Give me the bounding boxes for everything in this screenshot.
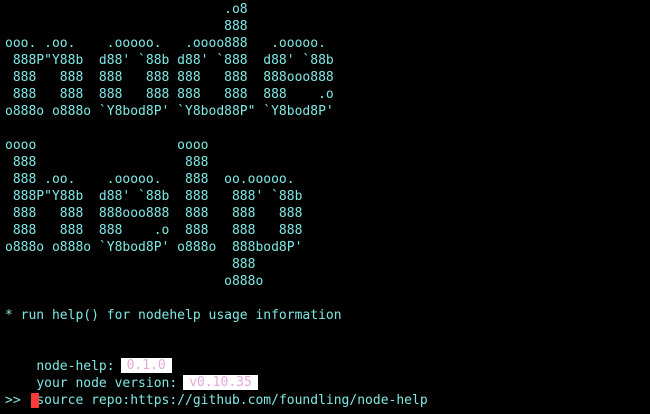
banner-line: 888 .oo. .ooooo. 888 oo.ooooo. bbox=[5, 172, 295, 187]
help-hint: * run help() for nodehelp usage informat… bbox=[5, 308, 342, 323]
banner-line: ooo. .oo. .ooooo. .oooo888 .ooooo. bbox=[5, 36, 326, 51]
banner-line: oooo oooo bbox=[5, 138, 209, 153]
terminal-window[interactable]: .o8 888 ooo. .oo. .ooooo. .oooo888 .oooo… bbox=[0, 0, 650, 414]
banner-line: 888 888 888 888 888 888 888 .o bbox=[5, 87, 334, 102]
banner-line: 888 888 888ooo888 888 888 888 bbox=[5, 206, 303, 221]
banner-line: o888o bbox=[5, 274, 264, 289]
cursor[interactable] bbox=[30, 393, 39, 408]
banner-line: 888 888 888 .o 888 888 888 bbox=[5, 223, 303, 238]
prompt-symbol: >> bbox=[5, 393, 21, 408]
banner-line: .o8 bbox=[5, 2, 248, 17]
banner-line: 888 bbox=[5, 19, 248, 34]
banner-line: o888o o888o `Y8bod8P' `Y8bod88P" `Y8bod8… bbox=[5, 104, 334, 119]
banner-line: 888P"Y88b d88' `88b 888 888' `88b bbox=[5, 189, 303, 204]
banner-line: 888P"Y88b d88' `88b d88' `888 d88' `88b bbox=[5, 53, 334, 68]
banner-line: 888 888 888 888 888 888 888ooo888 bbox=[5, 70, 334, 85]
node-version-line: your node version: v0.10.35 bbox=[5, 358, 258, 391]
source-repo-label: source repo: bbox=[36, 393, 131, 408]
banner-line: 888 bbox=[5, 257, 256, 272]
node-help-version-line: node-help: 0.1.0 bbox=[5, 341, 172, 374]
banner-line: 888 888 bbox=[5, 155, 209, 170]
banner-line: o888o o888o `Y8bod8P' o888o 888bod8P' bbox=[5, 240, 303, 255]
source-repo-line: source repo:https://github.com/foundling… bbox=[5, 375, 427, 408]
prompt-line[interactable]: >> bbox=[5, 392, 39, 409]
source-repo-url[interactable]: https://github.com/foundling/node-help bbox=[130, 393, 427, 408]
